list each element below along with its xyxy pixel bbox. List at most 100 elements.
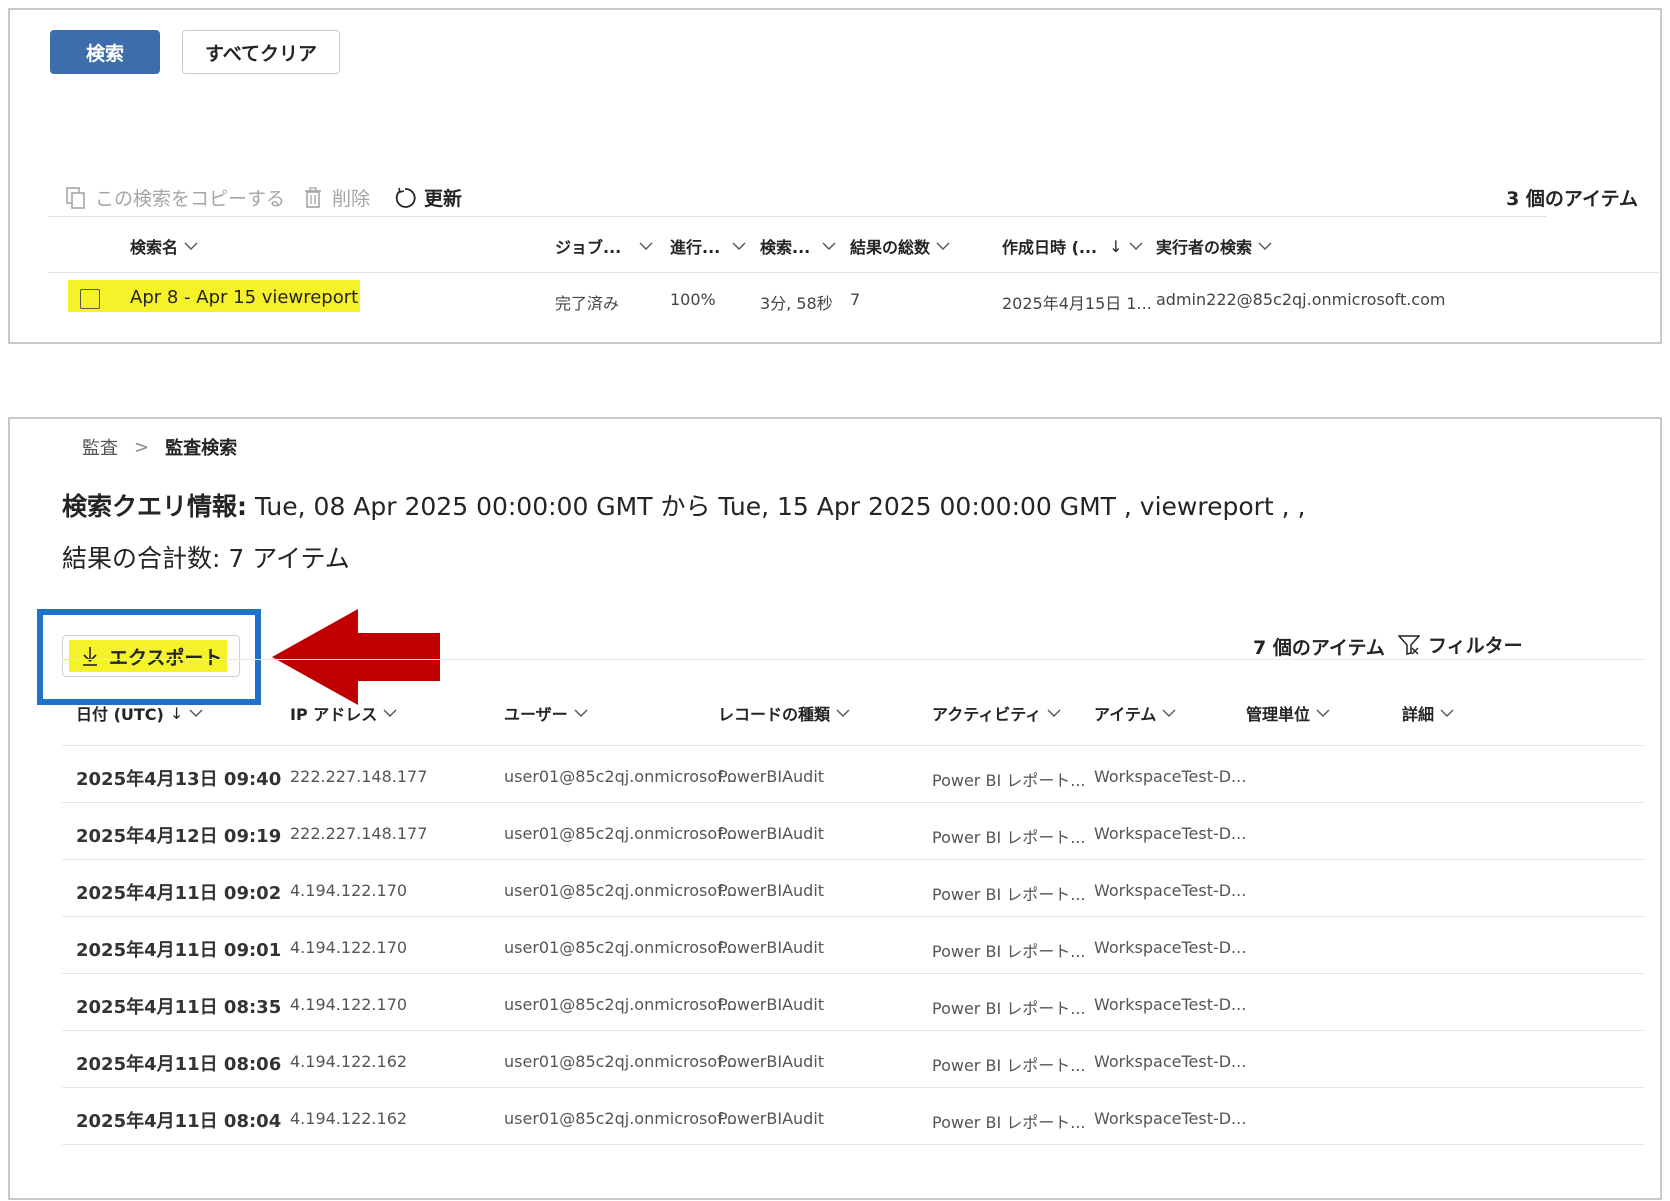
col-header-search-name[interactable]: 検索名 <box>130 234 198 258</box>
chevron-down-icon <box>822 242 836 250</box>
page-title: 検索クエリ情報: Tue, 08 Apr 2025 00:00:00 GMT か… <box>62 487 1306 523</box>
chevron-down-icon <box>189 709 203 717</box>
item-count: 3 個のアイテム <box>1506 188 1638 210</box>
filter-label: フィルター <box>1428 635 1523 657</box>
progress-value: 100% <box>670 290 716 309</box>
sort-desc-icon: ↓ <box>1109 236 1123 256</box>
cell-user: user01@85c2qj.onmicrosof... <box>504 824 737 843</box>
chevron-down-icon <box>1258 242 1272 250</box>
cell-date: 2025年4月11日 09:02 <box>76 883 282 904</box>
col-header-record-type[interactable]: レコードの種類 <box>718 701 850 725</box>
cell-activity: Power BI レポート... <box>932 771 1086 790</box>
divider <box>62 802 1644 803</box>
divider <box>48 272 1658 273</box>
col-header-total-results[interactable]: 結果の総数 <box>850 234 950 258</box>
chevron-down-icon <box>732 242 746 250</box>
cell-item: WorkspaceTest-D... <box>1094 995 1247 1014</box>
filter-button[interactable]: フィルター <box>1398 631 1523 658</box>
chevron-down-icon <box>1047 709 1061 717</box>
divider <box>62 745 1644 746</box>
cell-ip: 222.227.148.177 <box>290 824 428 843</box>
cell-date: 2025年4月13日 09:40 <box>76 769 282 790</box>
trash-icon <box>302 186 324 209</box>
cell-item: WorkspaceTest-D... <box>1094 1052 1247 1071</box>
chevron-down-icon <box>836 709 850 717</box>
runner-email: admin222@85c2qj.onmicrosoft.com <box>1156 290 1446 309</box>
cell-ip: 222.227.148.177 <box>290 767 428 786</box>
cell-activity: Power BI レポート... <box>932 1056 1086 1075</box>
cell-item: WorkspaceTest-D... <box>1094 938 1247 957</box>
col-header-created[interactable]: 作成日時 (... ↓ <box>1002 234 1143 258</box>
cell-activity: Power BI レポート... <box>932 999 1086 1018</box>
copy-icon <box>65 186 87 209</box>
search-duration: 3分, 58秒 <box>760 294 833 313</box>
col-header-job[interactable]: ジョブ... <box>555 234 653 258</box>
col-label: 結果の総数 <box>850 238 931 257</box>
col-label: レコードの種類 <box>718 705 831 724</box>
col-header-search-time[interactable]: 検索... <box>760 234 836 258</box>
cell-date: 2025年4月11日 08:35 <box>76 997 282 1018</box>
refresh-label: 更新 <box>424 188 463 210</box>
col-header-activity[interactable]: アクティビティ <box>932 701 1061 725</box>
col-header-progress[interactable]: 進行... <box>670 234 746 258</box>
copy-search-label: この検索をコピーする <box>95 188 286 210</box>
col-header-details[interactable]: 詳細 <box>1402 701 1454 725</box>
chevron-down-icon <box>574 709 588 717</box>
search-button[interactable]: 検索 <box>50 30 160 74</box>
cell-user: user01@85c2qj.onmicrosof... <box>504 881 737 900</box>
cell-record-type: PowerBIAudit <box>718 767 825 786</box>
search-list-panel: 検索 すべてクリア この検索をコピーする 削除 更新 3 個のアイテム 検索名 … <box>8 8 1662 344</box>
red-arrow-icon <box>272 609 440 705</box>
cell-record-type: PowerBIAudit <box>718 824 825 843</box>
query-text: Tue, 08 Apr 2025 00:00:00 GMT から Tue, 15… <box>247 492 1306 521</box>
breadcrumb-audit[interactable]: 監査 <box>82 434 118 460</box>
total-results: 7 <box>850 290 861 309</box>
cell-ip: 4.194.122.170 <box>290 881 408 900</box>
col-header-runner[interactable]: 実行者の検索 <box>1156 234 1272 258</box>
col-label: ユーザー <box>504 705 568 724</box>
col-label: アクティビティ <box>932 705 1042 724</box>
cell-date: 2025年4月11日 08:06 <box>76 1054 282 1075</box>
col-label: 実行者の検索 <box>1156 238 1253 257</box>
cell-item: WorkspaceTest-D... <box>1094 1109 1247 1128</box>
divider <box>62 1030 1644 1031</box>
col-label: 日付 (UTC) <box>76 705 164 724</box>
audit-results-panel: 監査 > 監査検索 検索クエリ情報: Tue, 08 Apr 2025 00:0… <box>8 417 1662 1200</box>
delete-button[interactable]: 削除 <box>302 184 370 211</box>
cell-ip: 4.194.122.162 <box>290 1052 408 1071</box>
col-label: 管理単位 <box>1246 705 1311 724</box>
col-header-admin-unit[interactable]: 管理単位 <box>1246 701 1330 725</box>
cell-item: WorkspaceTest-D... <box>1094 767 1247 786</box>
search-name-link[interactable]: Apr 8 - Apr 15 viewreport <box>130 287 358 308</box>
cell-user: user01@85c2qj.onmicrosof... <box>504 995 737 1014</box>
job-status: 完了済み <box>555 294 620 313</box>
col-header-item[interactable]: アイテム <box>1094 701 1176 725</box>
refresh-button[interactable]: 更新 <box>394 184 462 211</box>
refresh-icon <box>394 187 416 209</box>
cell-ip: 4.194.122.162 <box>290 1109 408 1128</box>
col-header-ip[interactable]: IP アドレス <box>290 701 397 725</box>
cell-user: user01@85c2qj.onmicrosof... <box>504 938 737 957</box>
copy-search-button[interactable]: この検索をコピーする <box>65 184 285 211</box>
row-checkbox[interactable] <box>80 289 100 309</box>
cell-activity: Power BI レポート... <box>932 828 1086 847</box>
chevron-down-icon <box>1129 242 1143 250</box>
export-button[interactable]: エクスポート <box>62 635 240 677</box>
cell-record-type: PowerBIAudit <box>718 938 825 957</box>
cell-user: user01@85c2qj.onmicrosof... <box>504 1109 737 1128</box>
cell-ip: 4.194.122.170 <box>290 995 408 1014</box>
col-label: 作成日時 (... <box>1002 238 1098 257</box>
divider <box>48 216 1546 217</box>
col-header-user[interactable]: ユーザー <box>504 701 588 725</box>
cell-activity: Power BI レポート... <box>932 942 1086 961</box>
cell-item: WorkspaceTest-D... <box>1094 881 1247 900</box>
sort-desc-icon: ↓ <box>169 703 184 723</box>
chevron-right-icon: > <box>134 436 150 458</box>
col-header-date[interactable]: 日付 (UTC) ↓ <box>76 701 203 725</box>
query-label: 検索クエリ情報: <box>62 492 247 521</box>
clear-all-button[interactable]: すべてクリア <box>182 30 340 74</box>
export-label: エクスポート <box>109 646 223 669</box>
divider <box>62 1087 1644 1088</box>
delete-label: 削除 <box>332 188 371 210</box>
cell-activity: Power BI レポート... <box>932 1113 1086 1132</box>
